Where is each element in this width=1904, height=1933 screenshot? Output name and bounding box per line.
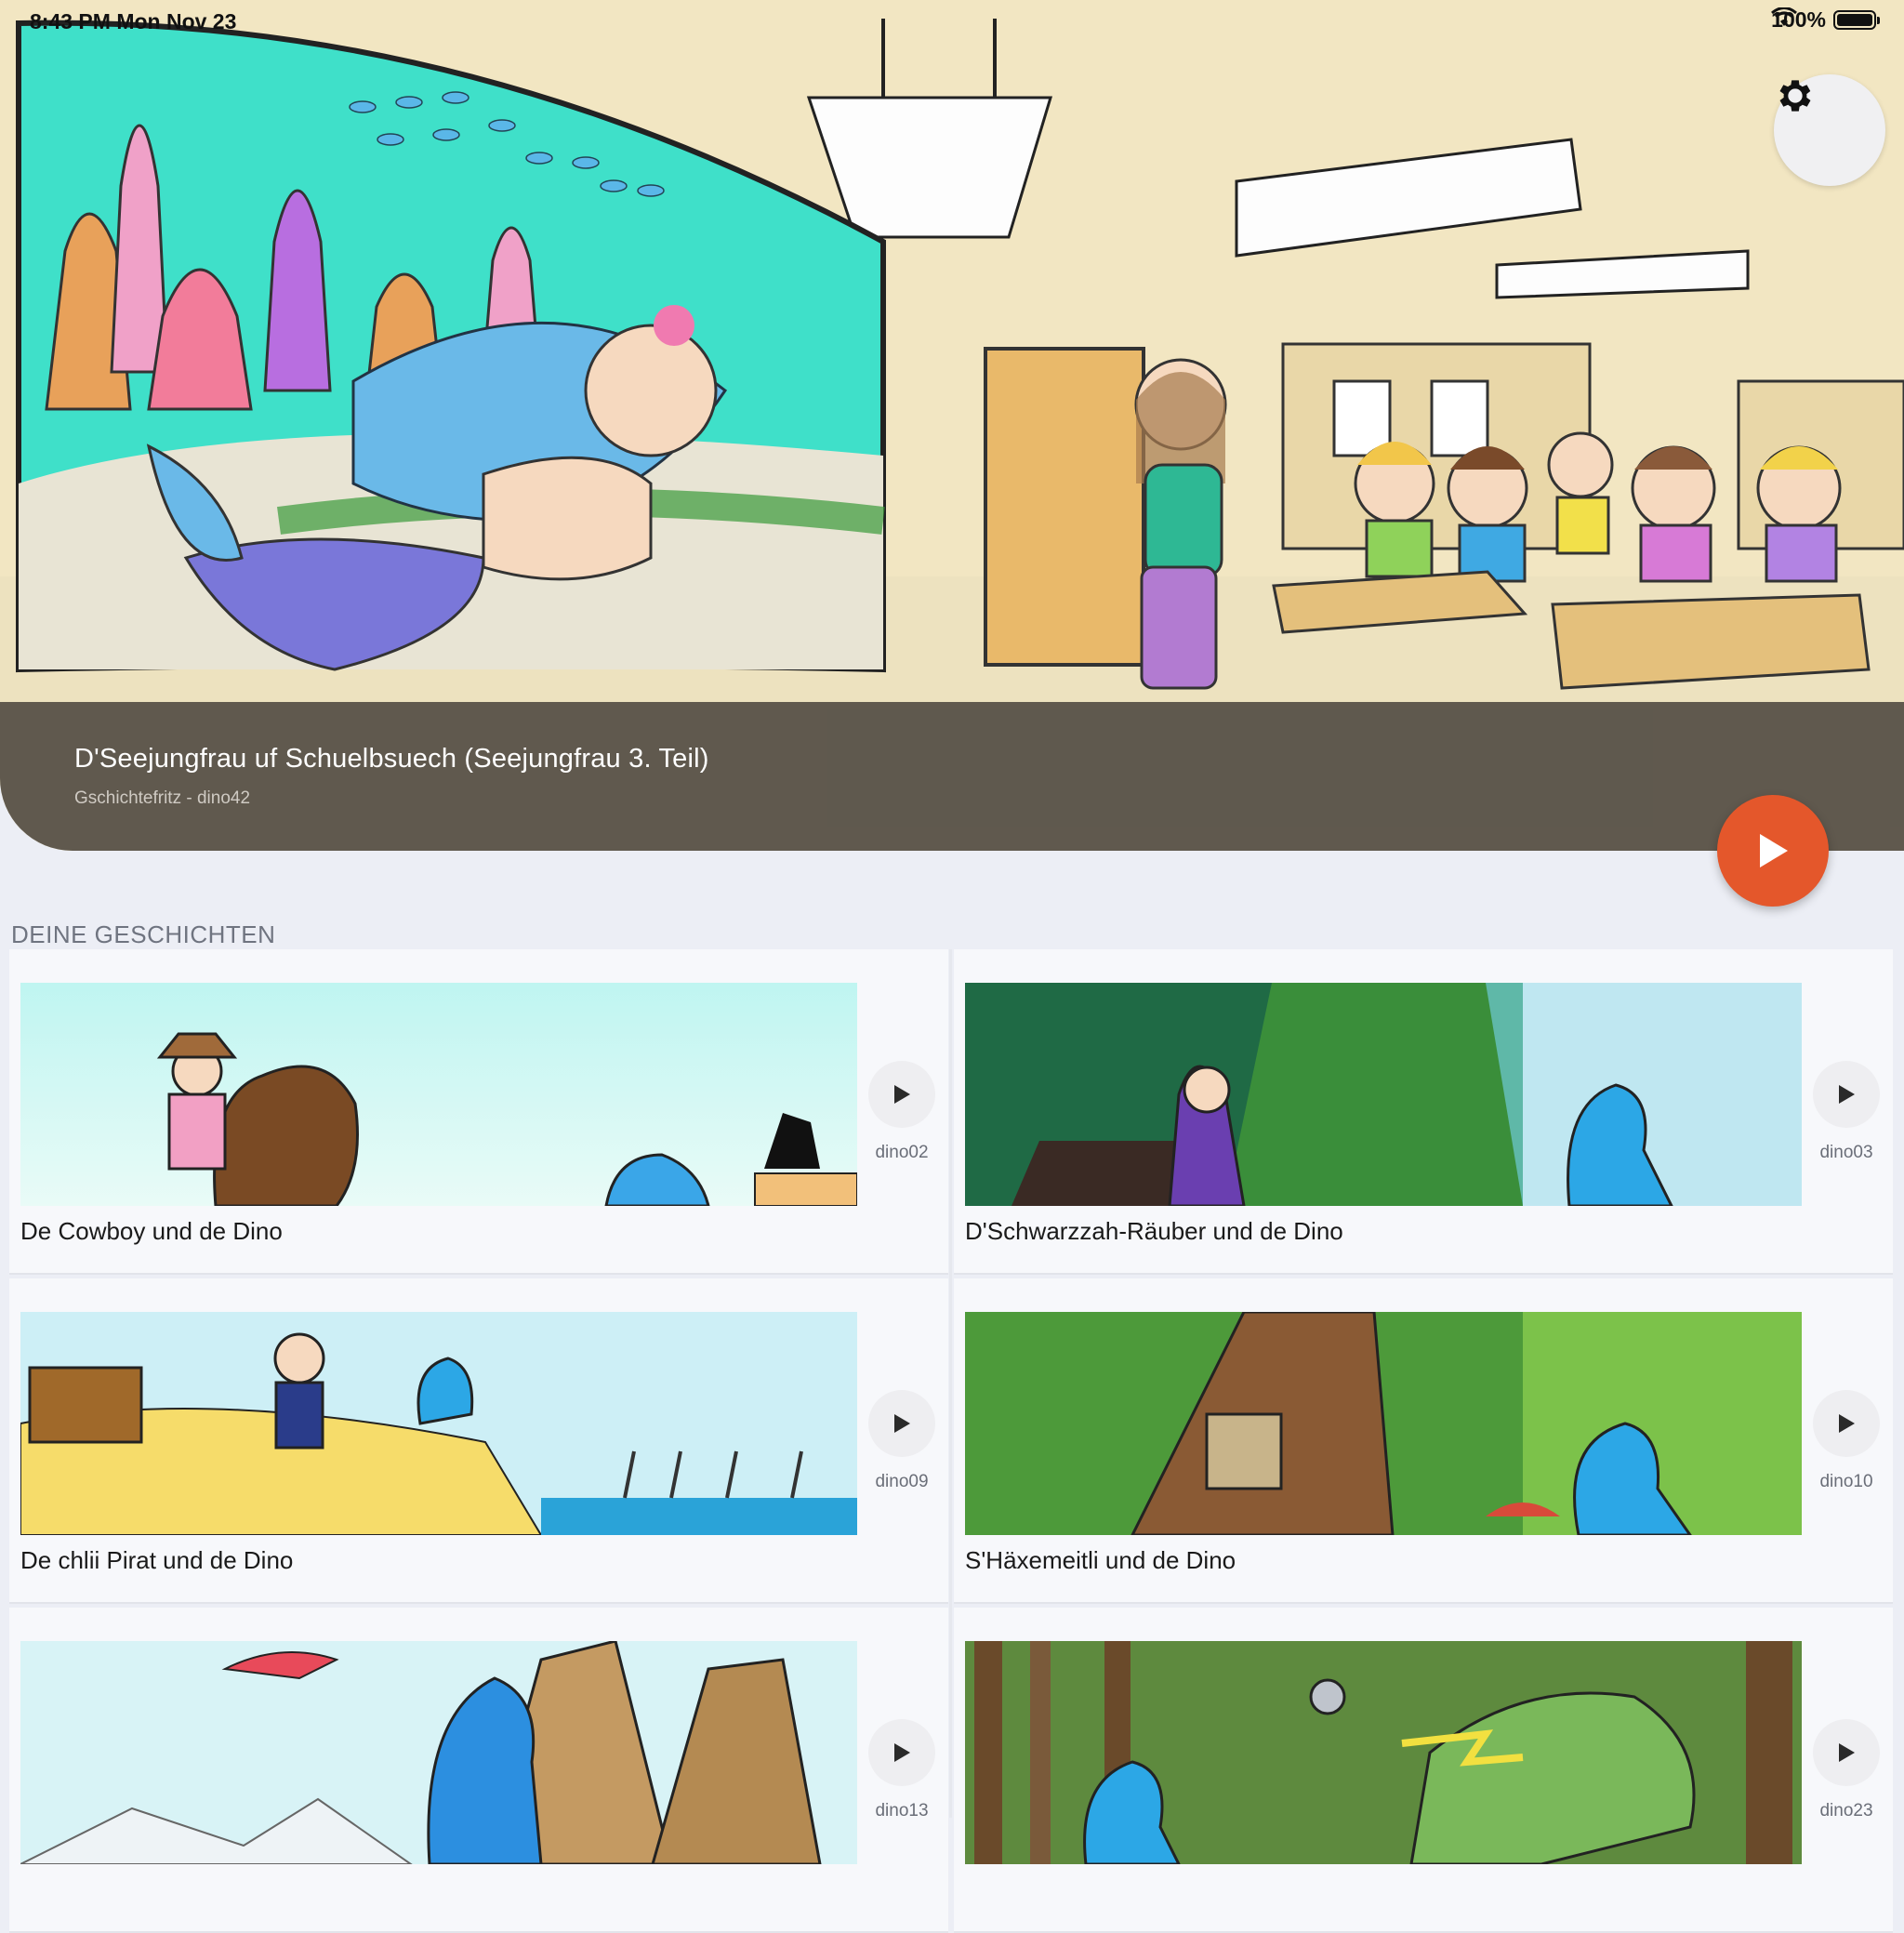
story-title: De chlii Pirat und de Dino [20,1546,294,1574]
story-code: dino03 [1819,1143,1873,1162]
story-code: dino10 [1819,1472,1873,1491]
story-code: dino02 [875,1143,929,1162]
story-code: dino23 [1819,1801,1873,1820]
story-title: S'Häxemeitli und de Dino [965,1546,1236,1574]
gear-icon [1779,80,1811,112]
story-play-button[interactable] [1813,1719,1880,1786]
story-card-dino09[interactable]: De chlii Pirat und de Dino dino09 [9,1278,948,1604]
story-thumbnail[interactable] [965,1641,1802,1864]
hero-subtitle: Gschichtefritz - dino42 [74,788,251,808]
story-card-dino13[interactable]: dino13 [9,1608,948,1933]
cowboy-dino-illustration [20,983,857,1206]
story-card-dino23[interactable]: dino23 [954,1608,1893,1933]
play-icon [1839,1414,1855,1433]
story-thumbnail[interactable] [20,983,857,1206]
story-thumbnail[interactable] [20,1312,857,1535]
story-play-button[interactable] [868,1390,935,1457]
story-card-dino03[interactable]: D'Schwarzzah-Räuber und de Dino dino03 [954,949,1893,1275]
story-thumbnail[interactable] [965,983,1802,1206]
hero-banner[interactable]: D'Seejungfrau uf Schuelbsuech (Seejungfr… [0,0,1904,851]
mountain-dino-illustration [20,1641,857,1864]
story-play-button[interactable] [1813,1390,1880,1457]
hero-play-button[interactable] [1717,795,1829,907]
stories-grid: De Cowboy und de Dino dino02 D'Schwarzza… [9,949,1897,1933]
hero-caption-overlay [0,702,1904,851]
story-play-button[interactable] [1813,1061,1880,1128]
story-title: De Cowboy und de Dino [20,1217,283,1245]
status-indicators: 100% [1771,7,1880,33]
story-card-dino10[interactable]: S'Häxemeitli und de Dino dino10 [954,1278,1893,1604]
play-icon [894,1414,910,1433]
robbers-dino-illustration [965,983,1802,1206]
story-thumbnail[interactable] [20,1641,857,1864]
settings-button[interactable] [1774,74,1885,186]
wifi-icon [1771,7,1798,26]
pirate-dino-illustration [20,1312,857,1535]
story-code: dino13 [875,1801,929,1820]
hero-title: D'Seejungfrau uf Schuelbsuech (Seejungfr… [74,744,709,774]
battery-icon [1833,10,1880,30]
story-play-button[interactable] [868,1719,935,1786]
play-icon [1839,1085,1855,1104]
section-title: DEINE GESCHICHTEN [11,920,276,948]
play-icon [894,1743,910,1762]
story-code: dino09 [875,1472,929,1491]
status-time: 8:43 PM Mon Nov 23 [30,9,237,33]
story-thumbnail[interactable] [965,1312,1802,1535]
story-card-dino02[interactable]: De Cowboy und de Dino dino02 [9,949,948,1275]
story-play-button[interactable] [868,1061,935,1128]
grid-divider [949,949,952,1818]
play-icon [1839,1743,1855,1762]
knight-dragon-dino-illustration [965,1641,1802,1864]
play-icon [1760,834,1788,867]
play-icon [894,1085,910,1104]
witch-dino-illustration [965,1312,1802,1535]
story-title: D'Schwarzzah-Räuber und de Dino [965,1217,1343,1245]
